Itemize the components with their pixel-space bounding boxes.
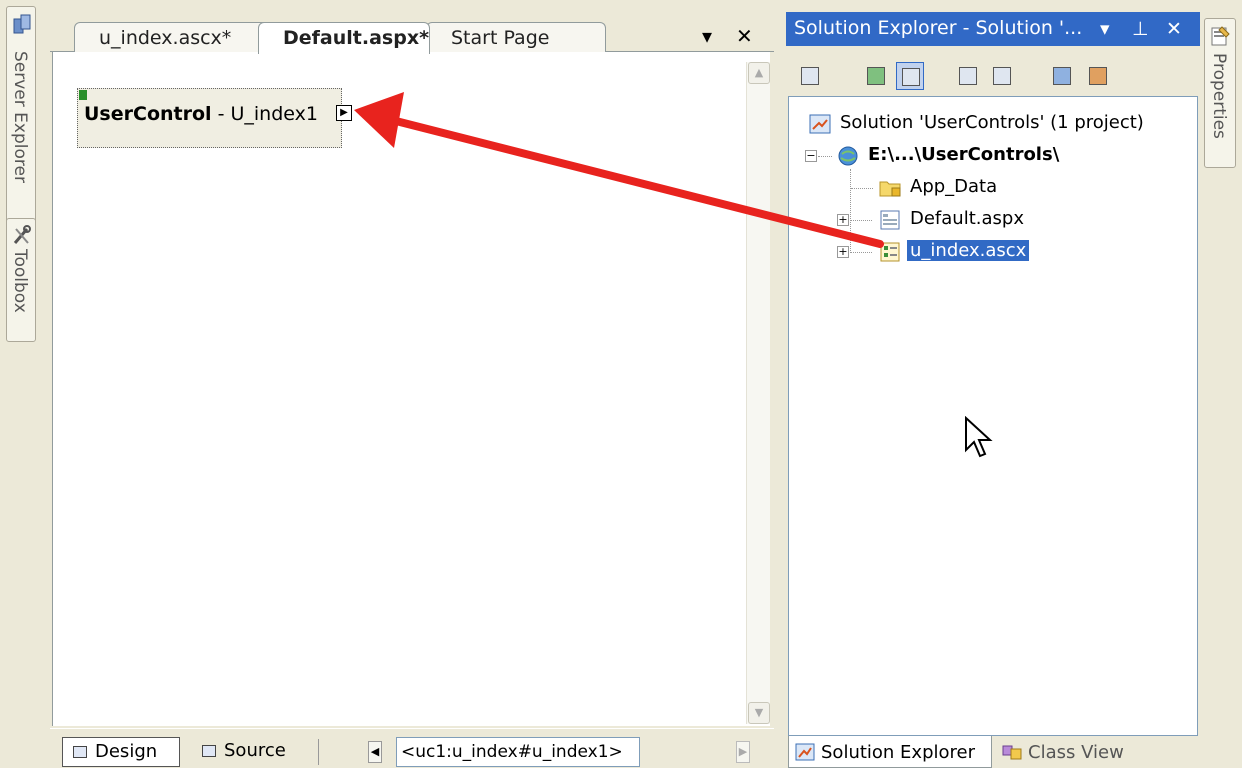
smart-tag-icon[interactable]: ▶ <box>336 105 352 121</box>
tab-default-aspx[interactable]: Default.aspx* <box>258 22 430 54</box>
mouse-cursor-icon <box>965 416 993 458</box>
tree-line <box>850 252 872 253</box>
tree-line <box>850 169 851 253</box>
scroll-up-icon[interactable]: ▲ <box>748 62 770 84</box>
tag-navigator-left-icon[interactable]: ◀ <box>368 741 382 763</box>
web-form-icon <box>880 210 900 230</box>
tag-navigator-crumb[interactable]: <uc1:u_index#u_index1> <box>396 737 640 767</box>
left-dock: Server Explorer Toolbox <box>0 0 40 768</box>
user-control-type: UserControl <box>84 103 212 125</box>
user-control-u-index1[interactable]: UserControl - U_index1 ▶ <box>77 88 352 148</box>
solution-explorer-bottom-tabs: Solution Explorer Class View <box>786 736 1200 768</box>
document-tabstrip: u_index.ascx* Default.aspx* Start Page ▾… <box>50 6 774 54</box>
tab-solution-explorer-label: Solution Explorer <box>821 742 975 763</box>
nest-related-files-icon[interactable] <box>896 62 924 90</box>
server-explorer-tab[interactable]: Server Explorer <box>6 6 36 226</box>
source-view-label: Source <box>224 740 286 761</box>
user-control-separator: - <box>211 103 231 125</box>
properties-icon <box>1211 26 1230 46</box>
user-control-file-icon <box>880 242 900 262</box>
expand-default-aspx-icon[interactable]: + <box>837 214 849 226</box>
solution-explorer-title: Solution Explorer - Solution '... <box>794 17 1083 39</box>
solution-explorer-tab-icon <box>795 743 815 761</box>
asp-net-configuration-icon[interactable] <box>1084 62 1112 90</box>
tree-line <box>818 156 832 157</box>
tree-line <box>851 188 873 189</box>
user-control-label: UserControl - U_index1 <box>84 103 318 125</box>
tab-u-index-ascx[interactable]: u_index.ascx* <box>74 22 274 53</box>
control-glyph-icon <box>79 90 87 100</box>
tab-list-dropdown-icon[interactable]: ▾ <box>702 24 712 48</box>
u-index-ascx-label: u_index.ascx <box>907 240 1030 261</box>
web-project-icon <box>838 146 858 166</box>
server-explorer-icon <box>13 14 31 34</box>
expand-u-index-ascx-icon[interactable]: + <box>837 246 849 258</box>
collapse-project-icon[interactable]: − <box>805 150 817 162</box>
class-view-icon <box>1002 745 1022 760</box>
server-explorer-label: Server Explorer <box>10 51 30 183</box>
default-aspx-label: Default.aspx <box>910 208 1024 229</box>
document-area: u_index.ascx* Default.aspx* Start Page ▾… <box>50 6 774 768</box>
design-view-button[interactable]: Design <box>62 737 180 767</box>
toolbox-icon <box>13 225 31 244</box>
solution-explorer-panel: Solution Explorer - Solution '... ▾ ⊥ ✕ … <box>786 6 1200 768</box>
tree-line <box>850 220 872 221</box>
panel-dropdown-icon[interactable]: ▾ <box>1100 18 1110 40</box>
design-vertical-scrollbar[interactable]: ▲ ▼ <box>746 62 770 724</box>
solution-explorer-titlebar[interactable]: Solution Explorer - Solution '... ▾ ⊥ ✕ <box>786 12 1200 46</box>
properties-label: Properties <box>1209 53 1229 139</box>
close-document-icon[interactable]: ✕ <box>736 24 753 48</box>
tab-class-view-label: Class View <box>1028 742 1124 763</box>
toolbox-label: Toolbox <box>10 249 30 313</box>
source-view-button[interactable]: Source <box>192 737 314 767</box>
tab-class-view[interactable]: Class View <box>996 736 1146 768</box>
toolbox-tab[interactable]: Toolbox <box>6 218 36 342</box>
copy-website-icon[interactable] <box>1048 62 1076 90</box>
design-view-icon <box>73 746 87 758</box>
view-designer-icon[interactable] <box>988 62 1016 90</box>
design-view-label: Design <box>95 741 158 762</box>
folder-icon <box>879 181 901 197</box>
source-view-icon <box>202 745 216 757</box>
solution-icon <box>809 114 831 134</box>
tab-solution-explorer[interactable]: Solution Explorer <box>788 736 992 768</box>
view-code-icon[interactable] <box>954 62 982 90</box>
app-data-label: App_Data <box>910 176 998 197</box>
tab-start-page[interactable]: Start Page <box>426 22 606 53</box>
solution-label: Solution 'UserControls' (1 project) <box>840 112 1144 133</box>
view-bar: Design Source ◀ <uc1:u_index#u_index1> ▶ <box>50 728 774 768</box>
view-bar-divider <box>318 739 319 765</box>
properties-button-icon[interactable] <box>796 62 824 90</box>
project-label: E:\...\UserControls\ <box>868 144 1060 165</box>
pin-icon[interactable]: ⊥ <box>1132 18 1149 40</box>
close-panel-icon[interactable]: ✕ <box>1166 18 1182 40</box>
scroll-down-icon[interactable]: ▼ <box>748 702 770 724</box>
solution-explorer-toolbar <box>786 50 1200 96</box>
user-control-id: U_index1 <box>230 103 318 125</box>
design-surface[interactable]: UserControl - U_index1 ▶ ▲ ▼ <box>52 52 770 726</box>
refresh-icon[interactable] <box>862 62 890 90</box>
tag-navigator-right-icon[interactable]: ▶ <box>736 741 750 763</box>
properties-tab[interactable]: Properties <box>1204 18 1236 168</box>
